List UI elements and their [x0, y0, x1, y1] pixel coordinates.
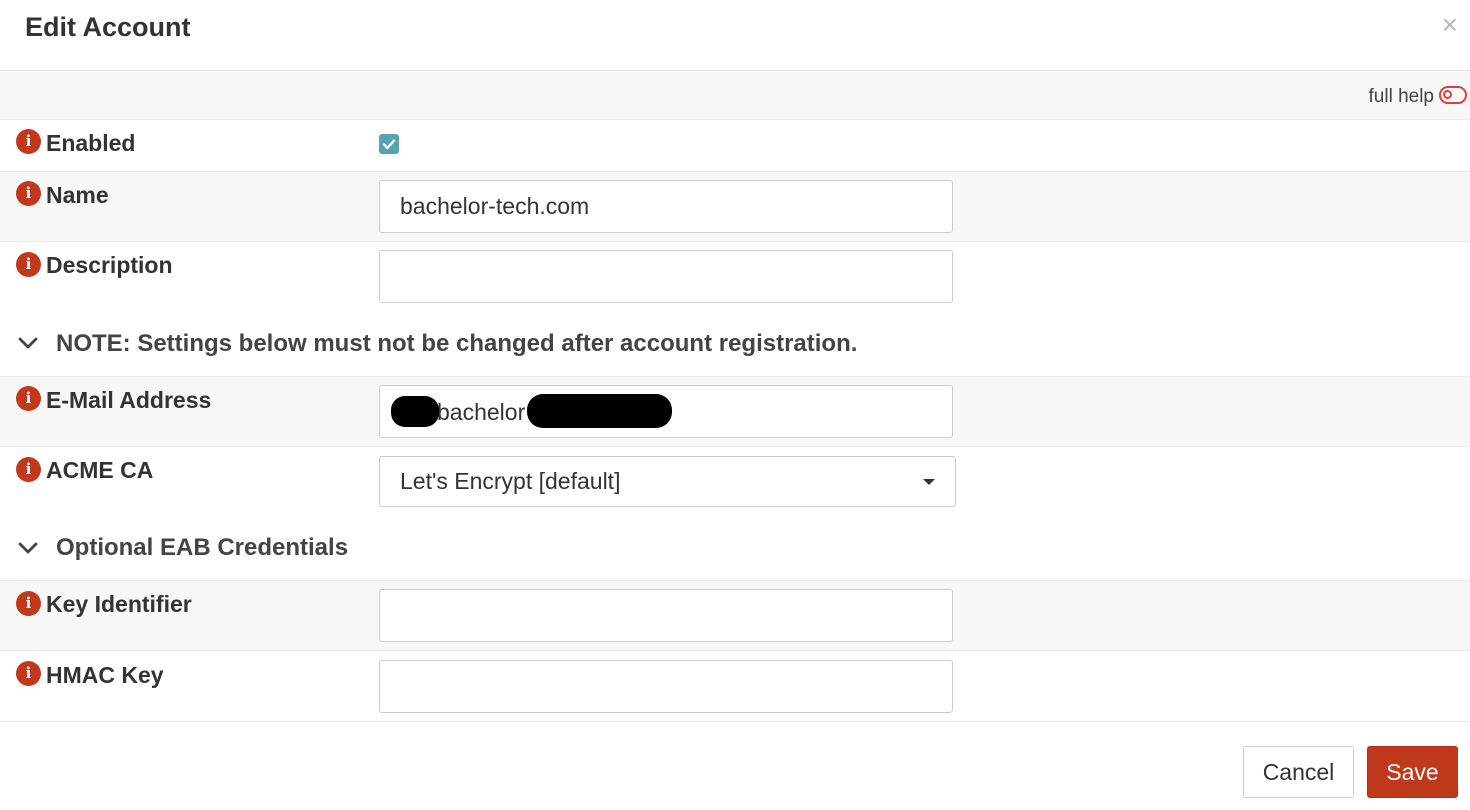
hmac-key-input[interactable]	[379, 660, 953, 713]
chevron-down-icon[interactable]	[17, 541, 39, 555]
email-label: E-Mail Address	[46, 387, 212, 413]
key-identifier-input[interactable]	[379, 589, 953, 642]
full-help-label: full help	[1368, 86, 1435, 107]
info-icon[interactable]: i	[16, 386, 41, 411]
info-icon[interactable]: i	[16, 129, 41, 154]
enabled-checkbox[interactable]	[379, 134, 399, 154]
chevron-down-icon[interactable]	[17, 336, 39, 350]
caret-down-icon	[923, 479, 935, 485]
info-icon[interactable]: i	[16, 181, 41, 206]
info-icon[interactable]: i	[16, 457, 41, 482]
name-label: Name	[46, 182, 109, 208]
name-input[interactable]	[379, 180, 953, 233]
acme-ca-selected: Let's Encrypt [default]	[400, 468, 621, 494]
close-icon[interactable]: ×	[1442, 10, 1458, 40]
toggle-knob	[1443, 90, 1452, 99]
eab-section-title: Optional EAB Credentials	[56, 534, 349, 561]
help-bar: full help	[0, 72, 1470, 120]
enabled-label: Enabled	[46, 130, 136, 156]
row-enabled: i Enabled	[0, 120, 1470, 172]
note-section-title: NOTE: Settings below must not be changed…	[56, 330, 858, 357]
save-button[interactable]: Save	[1367, 746, 1458, 798]
acme-ca-label: ACME CA	[46, 457, 154, 483]
acme-ca-select[interactable]: Let's Encrypt [default]	[379, 456, 956, 507]
dialog-title: Edit Account	[25, 12, 191, 42]
redaction-mark	[391, 396, 439, 427]
dialog-header: Edit Account ×	[0, 0, 1470, 71]
email-visible-text: bachelor	[437, 399, 526, 425]
key-identifier-label: Key Identifier	[46, 591, 192, 617]
info-icon[interactable]: i	[16, 252, 41, 277]
description-input[interactable]	[379, 250, 953, 303]
check-icon	[382, 139, 396, 150]
cancel-button[interactable]: Cancel	[1243, 746, 1354, 798]
description-label: Description	[46, 252, 173, 278]
hmac-key-label: HMAC Key	[46, 662, 164, 688]
full-help-toggle[interactable]	[1439, 86, 1467, 104]
eab-section-header: Optional EAB Credentials	[0, 515, 1470, 581]
redaction-mark	[527, 394, 672, 428]
info-icon[interactable]: i	[16, 591, 41, 616]
info-icon[interactable]: i	[16, 661, 41, 686]
note-section-header: NOTE: Settings below must not be changed…	[0, 310, 1470, 377]
